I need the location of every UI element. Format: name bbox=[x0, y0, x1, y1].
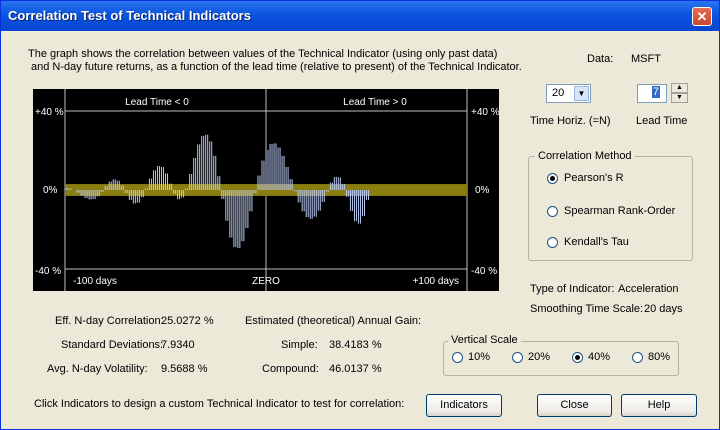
description-line-2: and N-day future returns, as a function … bbox=[31, 61, 522, 73]
eff-correlation-value: 25.0272 % bbox=[161, 315, 214, 327]
indicator-type-value: Acceleration bbox=[618, 283, 679, 295]
radio-scale-40[interactable] bbox=[572, 352, 583, 363]
simple-gain-label: Simple: bbox=[281, 339, 318, 351]
y-bottom-left-label: -40 % bbox=[35, 266, 61, 277]
y-bottom-right-label: -40 % bbox=[471, 266, 497, 277]
lead-time-value[interactable]: 7 bbox=[651, 86, 660, 98]
spin-down-icon[interactable]: ▼ bbox=[671, 93, 688, 103]
x-center-label: ZERO bbox=[252, 276, 280, 287]
eff-correlation-label: Eff. N-day Correlation: bbox=[55, 315, 164, 327]
description-line-1: The graph shows the correlation between … bbox=[28, 48, 498, 60]
smoothing-label: Smoothing Time Scale: bbox=[530, 303, 644, 315]
title-bar[interactable]: Correlation Test of Technical Indicators… bbox=[1, 1, 719, 31]
radio-spearman-label[interactable]: Spearman Rank-Order bbox=[564, 205, 675, 217]
lead-time-positive-label: Lead Time > 0 bbox=[343, 97, 407, 108]
y-zero-left-label: 0% bbox=[43, 185, 58, 196]
chart-svg: Lead Time < 0 Lead Time > 0 +40 % +40 % … bbox=[35, 89, 499, 291]
y-zero-right-label: 0% bbox=[475, 185, 490, 196]
correlation-chart: Lead Time < 0 Lead Time > 0 +40 % +40 % … bbox=[33, 89, 499, 291]
window-title: Correlation Test of Technical Indicators bbox=[8, 8, 251, 23]
data-label: Data: bbox=[587, 53, 614, 65]
volatility-value: 9.5688 % bbox=[161, 363, 208, 375]
indicators-button[interactable]: Indicators bbox=[426, 394, 502, 417]
std-dev-value: 7.9340 bbox=[161, 339, 195, 351]
lead-time-input[interactable]: 7 bbox=[637, 84, 667, 103]
radio-scale-80-label[interactable]: 80% bbox=[648, 351, 670, 363]
radio-scale-80[interactable] bbox=[632, 352, 643, 363]
footer-hint: Click Indicators to design a custom Tech… bbox=[34, 398, 405, 410]
y-top-right-label: +40 % bbox=[471, 107, 499, 118]
compound-gain-value: 46.0137 % bbox=[329, 363, 382, 375]
data-value: MSFT bbox=[631, 53, 661, 65]
volatility-label: Avg. N-day Volatility: bbox=[47, 363, 148, 375]
radio-scale-40-label[interactable]: 40% bbox=[588, 351, 610, 363]
vertical-scale-legend: Vertical Scale bbox=[448, 334, 521, 346]
time-horizon-select[interactable]: 20 ▼ bbox=[546, 84, 591, 103]
spin-up-icon[interactable]: ▲ bbox=[671, 83, 688, 93]
x-left-label: -100 days bbox=[73, 276, 117, 287]
radio-scale-20[interactable] bbox=[512, 352, 523, 363]
close-button[interactable]: Close bbox=[537, 394, 612, 417]
radio-kendall[interactable] bbox=[547, 237, 558, 248]
radio-scale-10-label[interactable]: 10% bbox=[468, 351, 490, 363]
radio-scale-20-label[interactable]: 20% bbox=[528, 351, 550, 363]
annual-gain-label: Estimated (theoretical) Annual Gain: bbox=[245, 315, 422, 327]
simple-gain-value: 38.4183 % bbox=[329, 339, 382, 351]
y-top-left-label: +40 % bbox=[35, 107, 64, 118]
std-dev-label: Standard Deviations: bbox=[61, 339, 164, 351]
compound-gain-label: Compound: bbox=[262, 363, 319, 375]
radio-pearson[interactable] bbox=[547, 173, 558, 184]
x-right-label: +100 days bbox=[413, 276, 459, 287]
time-horizon-label: Time Horiz. (=N) bbox=[530, 115, 611, 127]
help-button[interactable]: Help bbox=[621, 394, 697, 417]
radio-scale-10[interactable] bbox=[452, 352, 463, 363]
radio-kendall-label[interactable]: Kendall's Tau bbox=[564, 236, 629, 248]
indicator-type-label: Type of Indicator: bbox=[530, 283, 615, 295]
time-horizon-value: 20 bbox=[552, 87, 565, 99]
close-window-button[interactable]: ✕ bbox=[692, 7, 712, 26]
chevron-down-icon[interactable]: ▼ bbox=[574, 86, 589, 101]
radio-pearson-label[interactable]: Pearson's R bbox=[564, 172, 624, 184]
correlation-method-legend: Correlation Method bbox=[535, 150, 635, 162]
smoothing-value: 20 days bbox=[644, 303, 683, 315]
lead-time-label: Lead Time bbox=[636, 115, 688, 127]
radio-spearman[interactable] bbox=[547, 206, 558, 217]
lead-time-negative-label: Lead Time < 0 bbox=[125, 97, 189, 108]
dialog-window: Correlation Test of Technical Indicators… bbox=[0, 0, 720, 430]
